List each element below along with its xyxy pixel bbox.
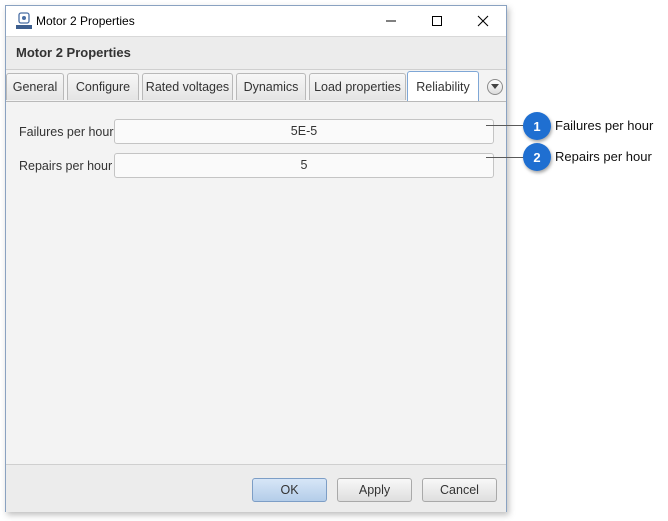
maximize-button[interactable]: [414, 6, 460, 36]
minimize-button[interactable]: [368, 6, 414, 36]
reliability-panel: Failures per hour 5E-5 Repairs per hour …: [6, 101, 506, 462]
callout-text-2: Repairs per hour: [555, 149, 652, 164]
tab-dynamics[interactable]: Dynamics: [236, 73, 306, 100]
callout-badge-1: 1: [523, 112, 551, 140]
repairs-per-hour-field[interactable]: 5: [114, 153, 494, 178]
apply-button[interactable]: Apply: [337, 478, 412, 502]
close-button[interactable]: [460, 6, 506, 36]
title-bar: Motor 2 Properties: [6, 6, 506, 36]
tab-rated-voltages[interactable]: Rated voltages: [142, 73, 233, 100]
ok-button[interactable]: OK: [252, 478, 327, 502]
tab-bar: General Configure Rated voltages Dynamic…: [6, 71, 506, 101]
tab-reliability[interactable]: Reliability: [407, 71, 479, 101]
close-icon: [477, 15, 489, 27]
properties-window: Motor 2 Properties Motor 2 Properties Ge…: [5, 5, 507, 512]
callout-text-1: Failures per hour: [555, 118, 654, 133]
tab-configure[interactable]: Configure: [67, 73, 139, 100]
chevron-down-icon: [491, 84, 499, 89]
dialog-footer: OK Apply Cancel: [6, 464, 506, 512]
app-logo-icon: [15, 12, 33, 30]
repairs-per-hour-label: Repairs per hour: [19, 159, 113, 173]
callout-line-2: [486, 157, 526, 158]
tab-overflow-button[interactable]: [487, 79, 503, 95]
dialog-header: Motor 2 Properties: [6, 36, 506, 70]
maximize-icon: [432, 16, 442, 26]
callout-line-1: [486, 125, 526, 126]
minimize-icon: [386, 20, 396, 22]
failures-per-hour-field[interactable]: 5E-5: [114, 119, 494, 144]
page-title: Motor 2 Properties: [16, 45, 131, 60]
tab-general[interactable]: General: [6, 73, 64, 100]
failures-per-hour-label: Failures per hour: [19, 125, 114, 139]
tab-load-properties[interactable]: Load properties: [309, 73, 406, 100]
callout-badge-2: 2: [523, 143, 551, 171]
cancel-button[interactable]: Cancel: [422, 478, 497, 502]
window-title: Motor 2 Properties: [36, 14, 135, 28]
